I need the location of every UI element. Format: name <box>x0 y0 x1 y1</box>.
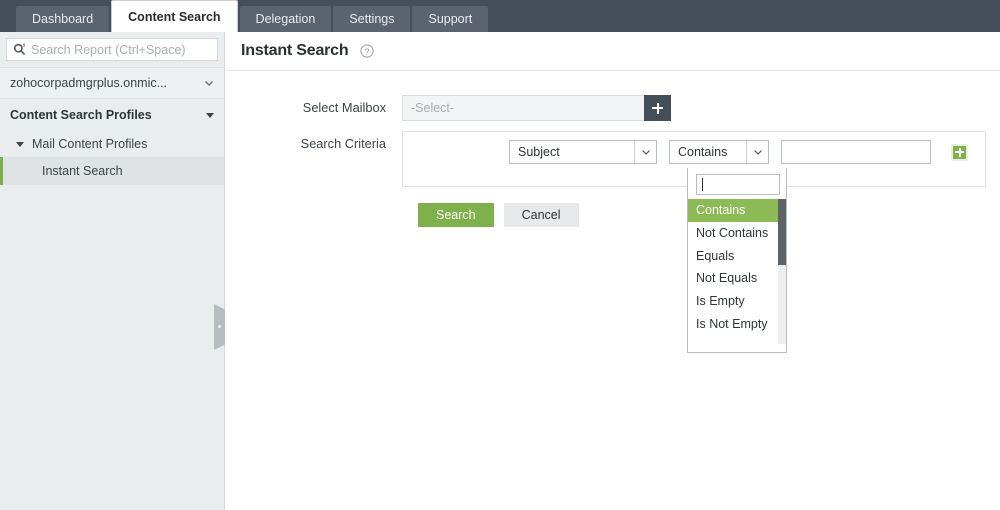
triangle-down-icon <box>16 141 24 147</box>
sidebar-group-label: Mail Content Profiles <box>32 137 148 151</box>
dropdown-option-label: Not Contains <box>696 226 769 241</box>
dropdown-option-label: Equals <box>696 248 735 263</box>
sidebar: Search Report (Ctrl+Space) zohocorpadmgr… <box>0 32 225 510</box>
dropdown-search-wrap <box>688 168 786 199</box>
mailbox-input[interactable]: -Select- <box>402 95 644 121</box>
search-report-box[interactable]: Search Report (Ctrl+Space) <box>6 38 218 61</box>
form-actions: Search Cancel <box>226 203 1000 227</box>
dropdown-scrollbar-track[interactable] <box>778 199 786 344</box>
sidebar-group-mail-content-profiles[interactable]: Mail Content Profiles <box>0 131 224 157</box>
sidebar-search-wrap: Search Report (Ctrl+Space) <box>0 32 224 61</box>
tab-content-search-label: Content Search <box>128 9 221 24</box>
select-mailbox-label: Select Mailbox <box>302 100 386 115</box>
dropdown-option-label: Not Equals <box>696 271 758 286</box>
chevron-down-icon <box>634 141 656 163</box>
criteria-field-value: Subject <box>518 145 560 159</box>
row-select-mailbox: Select Mailbox -Select- <box>226 95 1000 121</box>
tenant-label: zohocorpadmgrplus.onmic... <box>10 76 168 90</box>
tenant-selector[interactable]: zohocorpadmgrplus.onmic... <box>0 67 224 99</box>
dropdown-option-equals[interactable]: Equals <box>688 244 786 267</box>
sidebar-item-instant-search[interactable]: Instant Search <box>0 157 224 185</box>
dropdown-scrollbar-thumb[interactable] <box>778 199 786 265</box>
svg-text:?: ? <box>365 46 370 56</box>
plus-icon <box>652 102 663 114</box>
dropdown-option-label: Is Not Empty <box>696 316 768 331</box>
search-criteria-label: Search Criteria <box>300 136 386 151</box>
tab-dashboard-label: Dashboard <box>32 12 94 26</box>
page-title: Instant Search <box>241 42 349 59</box>
dropdown-option-label: Contains <box>696 203 746 218</box>
select-mailbox-field: -Select- <box>402 95 671 121</box>
page-header: Instant Search ? <box>226 32 1000 71</box>
chevron-down-icon <box>204 78 214 88</box>
sidebar-section-label: Content Search Profiles <box>10 108 152 122</box>
tab-support-label: Support <box>428 12 473 26</box>
help-circle-icon[interactable]: ? <box>360 44 375 58</box>
sidebar-section-content-search-profiles[interactable]: Content Search Profiles <box>0 99 224 131</box>
tab-support[interactable]: Support <box>412 6 489 32</box>
dropdown-option-not-equals[interactable]: Not Equals <box>688 267 786 290</box>
main-content: Instant Search ? Select Mailbox -Select- <box>226 32 1000 510</box>
tab-list: Dashboard Content Search Delegation Sett… <box>16 0 490 32</box>
tab-delegation-label: Delegation <box>255 12 316 26</box>
tab-settings[interactable]: Settings <box>333 6 411 32</box>
chevron-down-icon <box>746 141 768 163</box>
collapse-sidebar-handle[interactable] <box>214 304 225 350</box>
add-mailbox-button[interactable] <box>644 95 671 121</box>
add-criteria-row-button[interactable] <box>951 143 968 161</box>
dropdown-option-not-contains[interactable]: Not Contains <box>688 222 786 245</box>
triangle-down-icon <box>206 112 214 118</box>
cancel-button[interactable]: Cancel <box>503 203 579 227</box>
search-button[interactable]: Search <box>418 203 494 227</box>
dropdown-option-label: Is Empty <box>696 294 745 309</box>
tab-delegation[interactable]: Delegation <box>239 6 332 32</box>
text-caret-icon <box>702 178 703 191</box>
top-tab-bar: Dashboard Content Search Delegation Sett… <box>0 0 1000 32</box>
tab-dashboard[interactable]: Dashboard <box>16 6 110 32</box>
dropdown-search-input[interactable] <box>696 174 780 195</box>
sidebar-item-label: Instant Search <box>42 164 123 178</box>
criteria-operator-select[interactable]: Contains <box>669 140 769 164</box>
criteria-row: Subject Contains <box>403 140 985 164</box>
dropdown-option-is-empty[interactable]: Is Empty <box>688 290 786 313</box>
instant-search-form: Select Mailbox -Select- Search Criteria … <box>226 71 1000 227</box>
dropdown-option-contains[interactable]: Contains <box>688 199 786 222</box>
criteria-field-select[interactable]: Subject <box>509 140 657 164</box>
dropdown-option-list: Contains Not Contains Equals Not Equals … <box>688 199 786 344</box>
row-search-criteria: Search Criteria Subject Contains <box>226 131 1000 187</box>
tab-settings-label: Settings <box>349 12 395 26</box>
search-input[interactable]: Search Report (Ctrl+Space) <box>31 43 186 57</box>
tab-content-search[interactable]: Content Search <box>111 0 238 32</box>
search-icon <box>7 43 31 56</box>
plus-icon <box>955 147 964 157</box>
criteria-operator-value: Contains <box>678 145 728 159</box>
operator-dropdown-panel: Contains Not Contains Equals Not Equals … <box>687 168 787 353</box>
app-window: Dashboard Content Search Delegation Sett… <box>0 0 1000 510</box>
criteria-value-input[interactable] <box>781 140 931 164</box>
dropdown-option-is-not-empty[interactable]: Is Not Empty <box>688 312 786 335</box>
